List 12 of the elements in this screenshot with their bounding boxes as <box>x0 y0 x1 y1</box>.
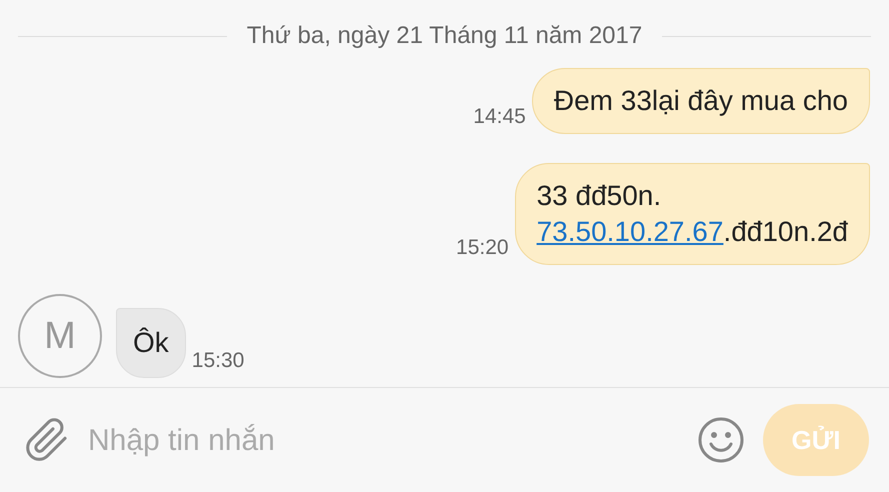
message-text: Đem 33lại đây mua cho <box>554 85 848 116</box>
message-time: 15:20 <box>456 234 509 260</box>
date-separator: Thứ ba, ngày 21 Tháng 11 năm 2017 <box>246 21 642 51</box>
message-text: 33 đđ50n. <box>536 180 662 211</box>
message-input[interactable]: Nhập tin nhắn <box>88 418 679 462</box>
contact-avatar: M <box>18 294 102 378</box>
message-text: .đđ10n.2đ <box>723 216 848 247</box>
emoji-icon[interactable] <box>697 416 745 464</box>
phone-link[interactable]: 73.50.10.27.67 <box>536 216 724 247</box>
message-text: Ôk <box>133 327 169 358</box>
message-time: 15:30 <box>192 348 244 374</box>
message-time: 14:45 <box>473 104 526 130</box>
